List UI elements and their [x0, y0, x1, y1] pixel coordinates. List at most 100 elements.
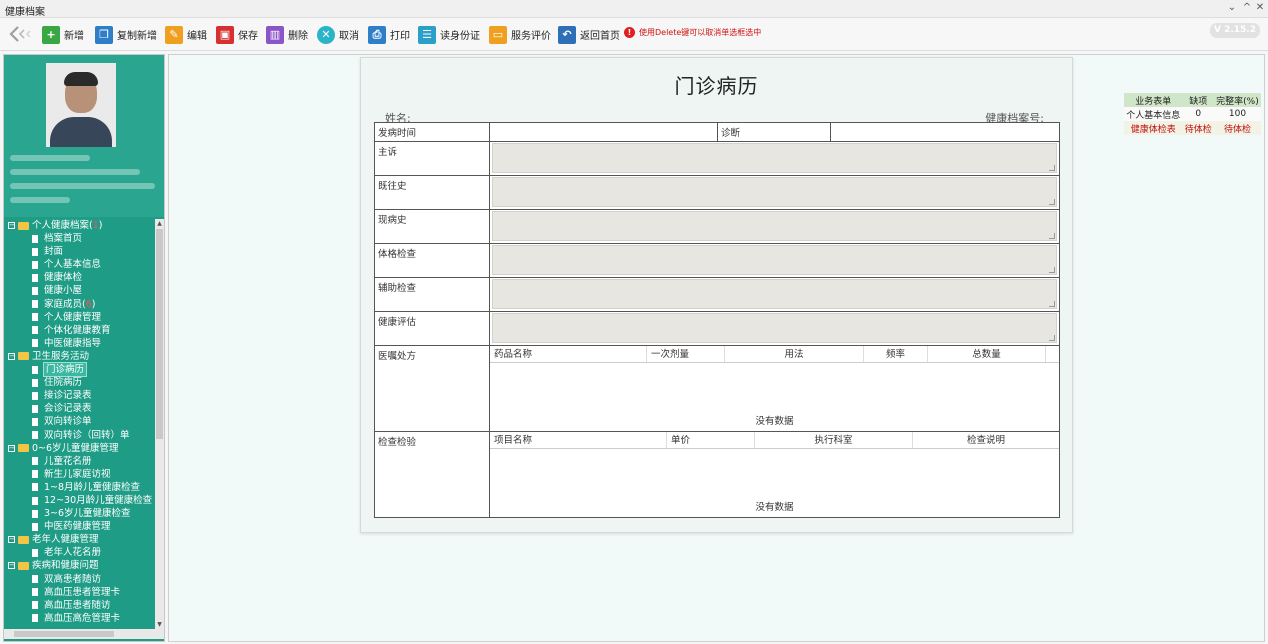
close-icon[interactable]: ✕ — [1254, 2, 1266, 13]
tree-item-tcm-guidance[interactable]: 中医健康指导 — [4, 337, 154, 350]
column-header[interactable]: 执行科室 — [755, 432, 913, 448]
empty-state-text: 没有数据 — [755, 502, 794, 513]
column-header[interactable]: 检查说明 — [913, 432, 1059, 448]
tree-item-personal-health-management[interactable]: 个人健康管理 — [4, 311, 154, 324]
tree-item-dual-high-followup[interactable]: 双高患者随访 — [4, 573, 154, 586]
document-icon — [32, 247, 38, 256]
tree-item-referral-return[interactable]: 双向转诊（回转）单 — [4, 429, 154, 442]
tree-item-hypertension-followup[interactable]: 高血压患者随访 — [4, 599, 154, 612]
scrollbar-thumb[interactable] — [14, 631, 114, 637]
tree-item-cover[interactable]: 封面 — [4, 245, 154, 258]
tree-folder-disease-health[interactable]: − 疾病和健康问题 — [4, 559, 154, 572]
delete-button[interactable]: ▥ 删除 — [266, 24, 308, 45]
tree-horizontal-scrollbar[interactable] — [4, 629, 164, 639]
document-icon — [32, 326, 38, 335]
tree-item-consultation-record[interactable]: 会诊记录表 — [4, 402, 154, 415]
collapse-icon[interactable]: − — [8, 444, 15, 452]
tree-item-inpatient-record[interactable]: 住院病历 — [4, 376, 154, 389]
tree-item-family-members[interactable]: 家庭成员(6) — [4, 298, 154, 311]
column-header[interactable]: 频率 — [864, 346, 928, 362]
tree-item-health-cabin[interactable]: 健康小屋 — [4, 284, 154, 297]
scroll-down-icon[interactable]: ▼ — [155, 620, 164, 629]
physical-exam-textarea[interactable] — [492, 245, 1057, 275]
copy-add-label: 复制新增 — [117, 31, 157, 42]
onset-time-field[interactable] — [489, 122, 718, 142]
column-header[interactable]: 项目名称 — [490, 432, 667, 448]
tree-item-outpatient-record[interactable]: 门诊病历 — [4, 362, 154, 378]
return-home-label: 返回首页 — [580, 31, 620, 42]
tree-item-child-tcm[interactable]: 中医药健康管理 — [4, 520, 154, 533]
return-home-button[interactable]: ↶ 返回首页 — [558, 24, 620, 45]
column-header[interactable]: 总数量 — [928, 346, 1046, 362]
minimize-icon[interactable]: ⌄ — [1226, 2, 1238, 13]
document-icon — [32, 588, 38, 597]
profile-info-line — [10, 169, 140, 175]
folder-icon — [18, 561, 29, 570]
present-illness-textarea[interactable] — [492, 211, 1057, 241]
tree-folder-health-services[interactable]: − 卫生服务活动 — [4, 350, 154, 363]
tree-item-elderly-roster[interactable]: 老年人花名册 — [4, 546, 154, 559]
document-icon — [32, 417, 38, 426]
save-button[interactable]: ▣ 保存 — [216, 24, 258, 45]
read-id-card-button[interactable]: ☰ 读身份证 — [418, 24, 480, 45]
read-id-card-label: 读身份证 — [440, 31, 480, 42]
cancel-button[interactable]: ✕ 取消 — [317, 24, 359, 45]
maximize-icon[interactable]: ^ — [1241, 2, 1253, 13]
tree-item-basic-info[interactable]: 个人基本信息 — [4, 258, 154, 271]
column-header[interactable]: 单价 — [667, 432, 755, 448]
past-history-textarea[interactable] — [492, 177, 1057, 207]
physical-exam-label: 体格检查 — [374, 243, 490, 278]
tree-item-record-home[interactable]: 档案首页 — [4, 232, 154, 245]
copy-add-button[interactable]: ❐ 复制新增 — [95, 24, 157, 45]
document-icon — [32, 287, 38, 296]
collapse-icon[interactable]: − — [8, 562, 15, 570]
tree-item-toddler-checkup[interactable]: 12~30月龄儿童健康检查 — [4, 494, 154, 507]
tree-item-hypertension-risk-card[interactable]: 高血压高危管理卡 — [4, 612, 154, 625]
collapse-icon[interactable]: − — [8, 352, 15, 360]
document-icon — [32, 404, 38, 413]
service-evaluation-button[interactable]: ▭ 服务评价 — [489, 24, 551, 45]
tree-item-personalized-education[interactable]: 个体化健康教育 — [4, 324, 154, 337]
tree-folder-personal-health-record[interactable]: − 个人健康档案(1) — [4, 219, 154, 232]
tree-item-hypertension-card[interactable]: 高血压患者管理卡 — [4, 586, 154, 599]
column-header[interactable]: 用法 — [725, 346, 864, 362]
tree-item-infant-checkup[interactable]: 1~8月龄儿童健康检查 — [4, 481, 154, 494]
tree-item-child-roster[interactable]: 儿童花名册 — [4, 455, 154, 468]
collapse-icon[interactable]: − — [8, 536, 15, 544]
diagnosis-field[interactable] — [830, 122, 1060, 142]
return-icon: ↶ — [558, 25, 576, 44]
print-button[interactable]: ⎙ 打印 — [368, 24, 410, 45]
outpatient-record-card: 门诊病历 姓名: 健康档案号: 发病时间 诊断 主诉 既往史 现病史 体格检查 … — [360, 57, 1073, 533]
document-icon — [32, 339, 38, 348]
edit-button[interactable]: ✎ 编辑 — [165, 24, 207, 45]
chief-complaint-textarea[interactable] — [492, 143, 1057, 173]
exam-test-grid-header: 项目名称 单价 执行科室 检查说明 — [490, 432, 1059, 449]
auxiliary-exam-textarea[interactable] — [492, 279, 1057, 309]
folder-icon — [18, 352, 29, 361]
scrollbar-thumb[interactable] — [156, 229, 163, 439]
tree-item-preschool-checkup[interactable]: 3~6岁儿童健康检查 — [4, 507, 154, 520]
tree-vertical-scrollbar[interactable]: ▲ ▼ — [155, 219, 164, 629]
tree-folder-child-health[interactable]: −0~6岁儿童健康管理 — [4, 442, 154, 455]
cancel-label: 取消 — [339, 31, 359, 42]
onset-time-label: 发病时间 — [374, 122, 490, 142]
delete-hint: ! 使用Delete键可以取消单选框选中 — [624, 27, 761, 38]
document-icon — [32, 313, 38, 322]
column-header[interactable]: 药品名称 — [490, 346, 647, 362]
table-row[interactable]: 健康体检表 待体检 待体检 — [1124, 121, 1261, 135]
add-button[interactable]: + 新增 — [42, 24, 84, 45]
column-header: 缺项 — [1182, 93, 1214, 107]
tree-item-reception-record[interactable]: 接诊记录表 — [4, 389, 154, 402]
tree-item-newborn-visit[interactable]: 新生儿家庭访视 — [4, 468, 154, 481]
column-header[interactable]: 一次剂量 — [647, 346, 725, 362]
tree-item-health-checkup[interactable]: 健康体检 — [4, 271, 154, 284]
scroll-up-icon[interactable]: ▲ — [155, 219, 164, 228]
tree-folder-elderly-health[interactable]: − 老年人健康管理 — [4, 533, 154, 546]
collapse-icon[interactable]: − — [8, 222, 15, 230]
version-badge: V 2.15.2 — [1210, 23, 1260, 38]
chief-complaint-label: 主诉 — [374, 141, 490, 176]
back-arrow-icon[interactable] — [8, 25, 34, 43]
navigation-tree: − 个人健康档案(1) 档案首页 封面 个人基本信息 健康体检 健康小屋 家庭成员… — [4, 219, 154, 629]
tree-item-referral[interactable]: 双向转诊单 — [4, 415, 154, 428]
health-assessment-textarea[interactable] — [492, 313, 1057, 343]
